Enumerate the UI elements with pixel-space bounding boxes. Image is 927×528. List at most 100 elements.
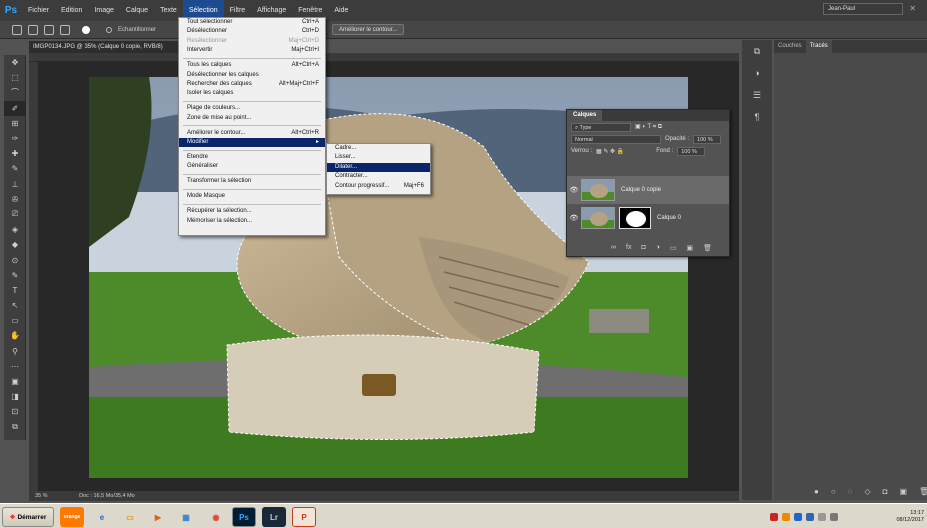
visibility-eye-icon[interactable]: 👁	[567, 186, 581, 194]
menu-item[interactable]: Cadre...	[327, 144, 430, 153]
tool-5-icon[interactable]: ⊞	[4, 116, 26, 131]
sample-all-checkbox[interactable]	[106, 26, 112, 33]
tab-paths[interactable]: Tracés	[805, 40, 832, 53]
menu-item[interactable]: Lisser...	[327, 153, 430, 162]
menu-item[interactable]: Généraliser	[179, 162, 325, 171]
tool-4-icon[interactable]: ✐	[4, 100, 26, 116]
tool-22-icon[interactable]: ▣	[4, 374, 26, 389]
properties-icon[interactable]: ☰	[742, 84, 772, 106]
network-icon[interactable]	[794, 513, 802, 521]
add-to-selection-icon[interactable]	[44, 24, 54, 35]
tool-8-icon[interactable]: ✎	[4, 161, 26, 176]
subtract-selection-icon[interactable]	[60, 24, 70, 35]
quick-select-tool-icon[interactable]	[12, 24, 22, 35]
menu-item[interactable]: Intervertir Maj+Ctrl+I	[179, 46, 325, 55]
menu-item[interactable]: Rechercher des calques Alt+Maj+Ctrl+F	[179, 80, 325, 89]
add-mask-icon[interactable]: ◘	[641, 244, 645, 252]
lock-icons[interactable]: ▦ ✎ ✥ 🔒	[596, 148, 624, 155]
internet-explorer-icon[interactable]: e	[90, 507, 114, 527]
chrome-icon[interactable]: ◉	[204, 507, 228, 527]
volume-icon[interactable]	[818, 513, 826, 521]
menu-1[interactable]: Fichier	[22, 0, 55, 21]
menu-2[interactable]: Edition	[55, 0, 88, 21]
menu-item[interactable]: Récupérer la sélection...	[179, 207, 325, 216]
tool-23-icon[interactable]: ◨	[4, 389, 26, 404]
tool-7-icon[interactable]: ✚	[4, 146, 26, 161]
fx-icon[interactable]: fx	[626, 244, 631, 252]
opacity-field[interactable]: 100 %	[693, 134, 722, 144]
layer-filter-select[interactable]: ⌕ Type	[571, 122, 631, 132]
blend-mode-select[interactable]: Normal	[571, 134, 661, 144]
lightroom-taskbar-icon[interactable]: Lr	[262, 507, 286, 527]
zoom-level[interactable]: 35 %	[35, 493, 48, 499]
tool-15-icon[interactable]: ✎	[4, 268, 26, 283]
tool-19-icon[interactable]: ✋	[4, 328, 26, 343]
tab-layers[interactable]: Calques	[567, 110, 603, 121]
visibility-eye-icon[interactable]: 👁	[567, 214, 581, 222]
tool-11-icon[interactable]: ⎚	[4, 207, 26, 222]
layer-mask-thumbnail[interactable]	[619, 207, 651, 229]
media-player-icon[interactable]: ▶	[146, 507, 170, 527]
menu-item[interactable]: Contracter...	[327, 172, 430, 181]
filter-icons[interactable]: ▣ ◐ T ⌗ ⧉	[635, 123, 662, 131]
menu-4[interactable]: Calque	[120, 0, 154, 21]
load-selection-icon[interactable]: ◌	[848, 487, 853, 496]
delete-layer-icon[interactable]: 🗑	[703, 244, 712, 252]
powerpoint-icon[interactable]: P	[292, 507, 316, 527]
tool-25-icon[interactable]: ⧉	[4, 420, 26, 435]
tray-app-icon[interactable]	[806, 513, 814, 521]
layer-row[interactable]: 👁 Calque 0	[567, 204, 729, 232]
tab-channels[interactable]: Couches	[774, 40, 806, 53]
tool-2-icon[interactable]: ⬚	[4, 70, 26, 85]
menu-item[interactable]: Dilater...	[327, 162, 430, 173]
menu-item[interactable]: Transformer la sélection	[179, 177, 325, 186]
menu-item[interactable]: Zone de mise au point...	[179, 114, 325, 123]
group-icon[interactable]: ▭	[670, 244, 677, 252]
tool-17-icon[interactable]: ↖	[4, 298, 26, 313]
file-explorer-icon[interactable]: ▭	[118, 507, 142, 527]
menu-item[interactable]: Désélectionner Ctrl+D	[179, 27, 325, 36]
menu-item[interactable]: Améliorer le contour... Alt+Ctrl+R	[179, 129, 325, 138]
menu-item[interactable]: Mode Masque	[179, 192, 325, 201]
tool-16-icon[interactable]: T	[4, 283, 26, 298]
adjustment-layer-icon[interactable]: ◑	[656, 244, 660, 252]
menu-item[interactable]: Isoler les calques	[179, 89, 325, 98]
tool-13-icon[interactable]: ◆	[4, 237, 26, 252]
refine-edge-button[interactable]: Améliorer le contour...	[332, 24, 405, 35]
tool-9-icon[interactable]: ⊥	[4, 177, 26, 192]
menu-item[interactable]: Désélectionner les calques	[179, 71, 325, 80]
tool-14-icon[interactable]: ⊙	[4, 252, 26, 267]
new-layer-icon[interactable]: ▣	[687, 244, 694, 252]
tool-10-icon[interactable]: ✇	[4, 192, 26, 207]
photos-icon[interactable]: ▦	[174, 507, 198, 527]
add-mask-icon[interactable]: ◘	[883, 487, 888, 496]
document-tab[interactable]: IMGP0134.JPG @ 35% (Calque 0 copie, RVB/…	[29, 41, 189, 53]
flag-icon[interactable]	[830, 513, 838, 521]
orange-app-icon[interactable]: orange	[60, 507, 84, 527]
tool-6-icon[interactable]: ✑	[4, 131, 26, 146]
menu-3[interactable]: Image	[88, 0, 119, 21]
menu-item[interactable]: Modifier ▸	[179, 138, 325, 148]
menu-item[interactable]: Tout sélectionner Ctrl+A	[179, 18, 325, 27]
stroke-path-icon[interactable]: ○	[831, 487, 836, 496]
menu-item[interactable]: Contour progressif... Maj+F6	[327, 182, 430, 191]
tool-24-icon[interactable]: ⊡	[4, 404, 26, 419]
clock[interactable]: 13:17 08/12/2017	[896, 510, 924, 524]
new-path-icon[interactable]: ▣	[899, 487, 907, 496]
layer-row[interactable]: 👁 Calque 0 copie	[567, 176, 729, 204]
adjustments-icon[interactable]: ◑	[742, 62, 772, 84]
menu-item[interactable]: Plage de couleurs...	[179, 104, 325, 113]
tool-18-icon[interactable]: ▭	[4, 313, 26, 328]
menu-item[interactable]: Etendre	[179, 153, 325, 162]
fill-field[interactable]: 100 %	[677, 146, 706, 156]
tool-12-icon[interactable]: ◈	[4, 222, 26, 237]
delete-path-icon[interactable]: 🗑	[919, 487, 927, 496]
tool-21-icon[interactable]: ⋯	[4, 359, 26, 374]
history-icon[interactable]: ⧉	[742, 40, 772, 62]
tool-20-icon[interactable]: ⚲	[4, 344, 26, 359]
workspace-select[interactable]: Jean-Paul	[823, 3, 903, 15]
antivirus-icon[interactable]	[770, 513, 778, 521]
brush-size-icon[interactable]	[82, 25, 90, 34]
menu-item[interactable]: Tous les calques Alt+Ctrl+A	[179, 61, 325, 70]
tool-1-icon[interactable]: ✥	[4, 55, 26, 70]
